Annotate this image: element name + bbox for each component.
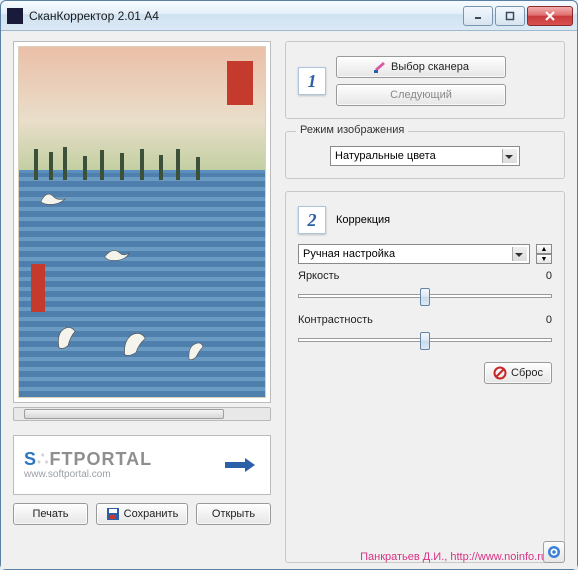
correction-mode-select[interactable]: Ручная настройка	[298, 244, 530, 264]
preview-frame	[13, 41, 271, 403]
minimize-button[interactable]	[463, 6, 493, 26]
save-button[interactable]: Сохранить	[96, 503, 188, 525]
app-window: СканКорректор 2.01 A4	[0, 0, 578, 570]
contrast-slider[interactable]	[298, 330, 552, 352]
logo-brand: S∴FTPORTAL	[24, 450, 152, 470]
next-arrow-icon[interactable]	[220, 453, 260, 477]
maximize-button[interactable]	[495, 6, 525, 26]
image-mode-group: Режим изображения Натуральные цвета	[285, 131, 565, 179]
image-mode-select[interactable]: Натуральные цвета	[330, 146, 520, 166]
correction-stepper[interactable]: ▲ ▼	[536, 244, 552, 264]
print-button[interactable]: Печать	[13, 503, 88, 525]
contrast-value: 0	[546, 314, 552, 326]
reset-button[interactable]: Сброс	[484, 362, 552, 384]
help-button[interactable]	[543, 541, 565, 563]
brightness-value: 0	[546, 270, 552, 282]
no-entry-icon	[493, 366, 507, 380]
scanner-icon	[373, 60, 387, 74]
contrast-label: Контрастность	[298, 314, 373, 326]
next-button[interactable]: Следующий	[336, 84, 506, 106]
image-mode-legend: Режим изображения	[296, 124, 408, 136]
step1-number: 1	[298, 67, 326, 95]
open-button[interactable]: Открыть	[196, 503, 271, 525]
brightness-slider[interactable]	[298, 286, 552, 308]
titlebar[interactable]: СканКорректор 2.01 A4	[1, 1, 577, 31]
preview-horizontal-scrollbar[interactable]	[13, 407, 271, 421]
app-icon	[7, 8, 23, 24]
stepper-down-icon[interactable]: ▼	[536, 254, 552, 264]
close-button[interactable]	[527, 6, 573, 26]
logo-url: www.softportal.com	[24, 469, 152, 480]
correction-title: Коррекция	[336, 214, 390, 226]
step1-group: 1 Выбор сканера Следующий	[285, 41, 565, 119]
logo-panel: S∴FTPORTAL www.softportal.com	[13, 435, 271, 495]
step2-number: 2	[298, 206, 326, 234]
step2-group: 2 Коррекция Ручная настройка ▲ ▼ Яркость	[285, 191, 565, 563]
preview-image	[18, 46, 266, 398]
footer-credit[interactable]: Панкратьев Д.И., http://www.noinfo.ru	[360, 551, 547, 563]
window-title: СканКорректор 2.01 A4	[29, 9, 463, 23]
brightness-label: Яркость	[298, 270, 339, 282]
save-icon	[106, 507, 120, 521]
stepper-up-icon[interactable]: ▲	[536, 244, 552, 254]
choose-scanner-button[interactable]: Выбор сканера	[336, 56, 506, 78]
